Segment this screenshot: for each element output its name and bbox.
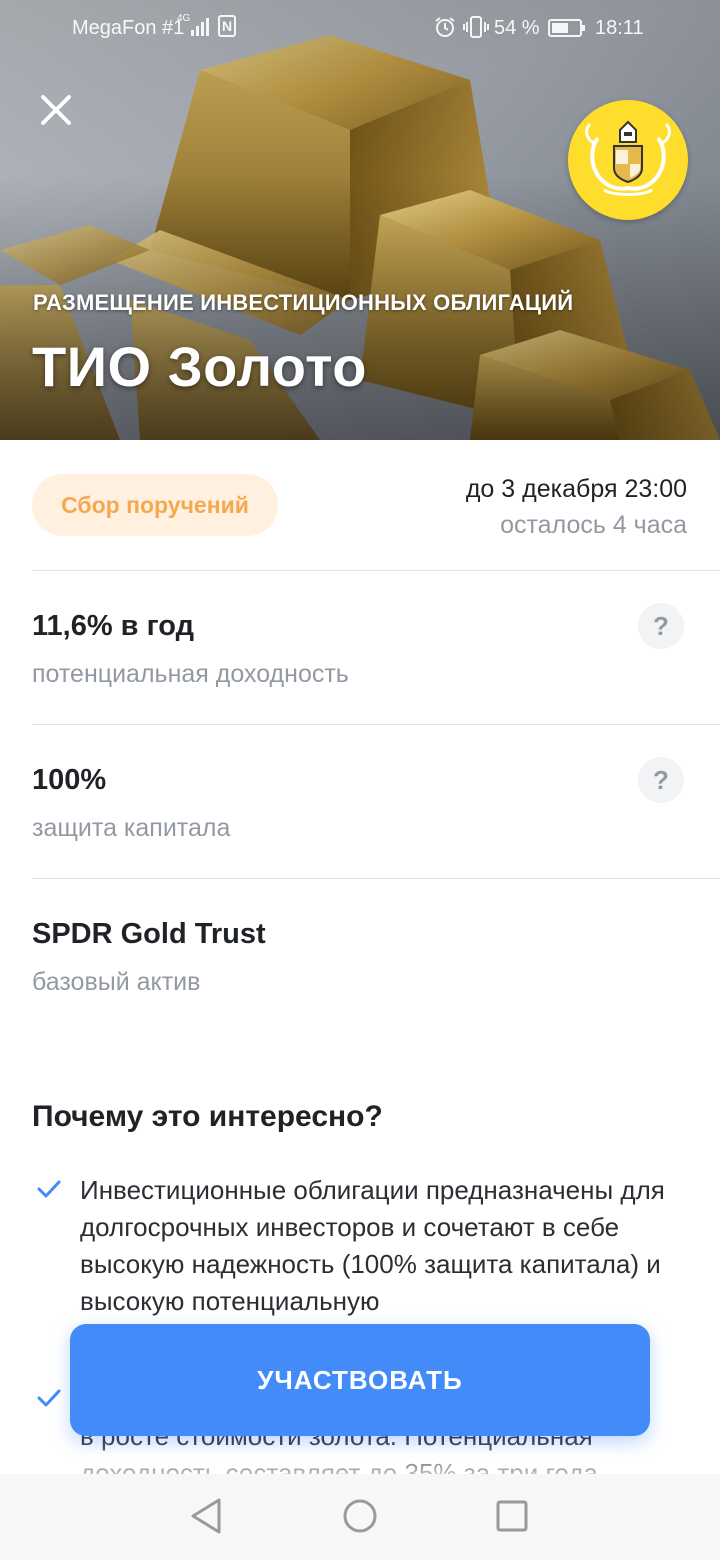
coat-of-arms-icon <box>585 120 671 196</box>
deadline-date: до 3 декабря 23:00 <box>465 475 687 503</box>
check-icon <box>37 1180 61 1198</box>
question-icon: ? <box>653 610 669 641</box>
recents-icon[interactable] <box>495 1496 529 1536</box>
yield-help-button[interactable]: ? <box>638 603 684 649</box>
base-asset-caption: базовый актив <box>32 968 201 996</box>
tinkoff-logo <box>568 100 688 220</box>
status-bar: MegaFon #1 4G N 54 % 18:11 <box>0 0 720 56</box>
system-nav-bar <box>0 1474 720 1560</box>
benefit-item: Инвестиционные облигации предназначены д… <box>80 1175 665 1316</box>
divider <box>32 570 720 571</box>
base-asset-value: SPDR Gold Trust <box>32 918 266 950</box>
back-icon[interactable] <box>187 1496 225 1536</box>
hero-banner: MegaFon #1 4G N 54 % 18:11 РАЗМЕЩЕНИЕ ИН… <box>0 0 720 440</box>
close-button[interactable] <box>30 84 82 136</box>
clock: 18:11 <box>595 17 644 39</box>
yield-caption: потенциальная доходность <box>32 660 349 688</box>
battery-icon <box>548 19 585 37</box>
participate-button[interactable]: УЧАСТВОВАТЬ <box>70 1324 650 1436</box>
battery-percent: 54 % <box>494 17 540 39</box>
alarm-icon <box>435 17 455 37</box>
question-icon: ? <box>653 764 669 795</box>
network-type: 4G <box>177 13 191 24</box>
close-icon <box>41 95 71 125</box>
yield-value: 11,6% в год <box>32 610 195 642</box>
section-title: Почему это интересно? <box>32 1100 383 1133</box>
hero-subtitle: РАЗМЕЩЕНИЕ ИНВЕСТИЦИОННЫХ ОБЛИГАЦИЙ <box>33 290 574 315</box>
capital-protection-caption: защита капитала <box>32 814 231 842</box>
home-icon[interactable] <box>341 1496 379 1536</box>
time-left: осталось 4 часа <box>500 511 687 539</box>
vibrate-icon <box>463 16 489 38</box>
signal-icon <box>191 18 209 36</box>
capital-protection-value: 100% <box>32 764 107 796</box>
deadline-block: до 3 декабря 23:00 осталось 4 часа <box>466 474 687 540</box>
carrier-name: MegaFon #1 <box>72 17 185 39</box>
divider <box>32 878 720 879</box>
check-icon <box>37 1389 61 1407</box>
page-title: ТИО Золото <box>32 335 368 398</box>
capital-protection-help-button[interactable]: ? <box>638 757 684 803</box>
nfc-icon: N <box>218 15 236 37</box>
divider <box>32 724 720 725</box>
status-badge: Сбор поручений <box>32 474 278 536</box>
